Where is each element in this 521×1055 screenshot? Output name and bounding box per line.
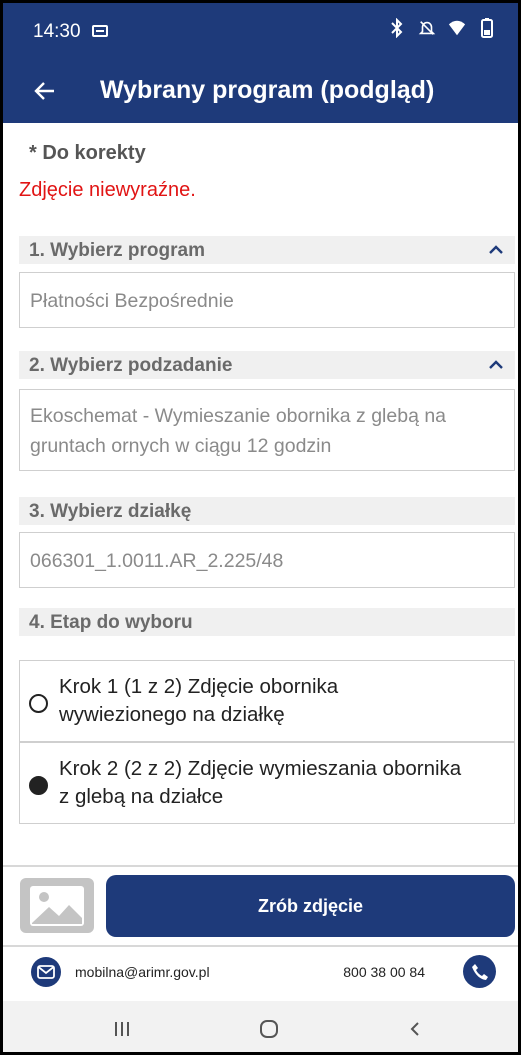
stage-option-2[interactable]: Krok 2 (2 z 2) Zdjęcie wymieszania oborn… <box>19 742 515 824</box>
program-value: Płatności Bezpośrednie <box>30 290 234 312</box>
mute-icon <box>418 17 436 39</box>
phone-icon[interactable] <box>463 955 496 988</box>
notification-icon <box>92 25 108 37</box>
radio-button-selected[interactable] <box>29 776 48 795</box>
plot-field[interactable]: 066301_1.0011.AR_2.225/48 <box>19 532 515 588</box>
section-header-subtask[interactable]: 2. Wybierz podzadanie <box>19 351 515 379</box>
back-arrow-icon <box>34 82 54 100</box>
section-header-program[interactable]: 1. Wybierz program <box>19 236 515 264</box>
stage-option-label: z glebą na działce <box>59 785 224 808</box>
battery-icon <box>478 17 496 39</box>
bluetooth-icon <box>388 17 406 39</box>
take-photo-button[interactable]: Zrób zdjęcie <box>106 875 515 937</box>
status-bar: 14:30 <box>3 3 518 57</box>
subtask-value-line2: gruntach ornych w ciągu 12 godzin <box>30 435 332 457</box>
gallery-button[interactable] <box>20 878 94 933</box>
stage-option-label: Krok 2 (2 z 2) Zdjęcie wymieszania oborn… <box>59 757 462 780</box>
wifi-icon <box>448 17 466 39</box>
email-link[interactable]: mobilna@arimr.gov.pl <box>75 964 210 980</box>
section-header-stage: 4. Etap do wyboru <box>19 608 515 636</box>
correction-message: Zdjęcie niewyraźne. <box>19 179 196 201</box>
subtask-value-line1: Ekoschemat - Wymieszanie obornika z gleb… <box>30 405 447 427</box>
mail-icon[interactable] <box>31 957 61 987</box>
back-button[interactable] <box>27 73 63 109</box>
system-nav-bar <box>3 1001 518 1052</box>
stage-option-1[interactable]: Krok 1 (1 z 2) Zdjęcie obornika wywiezio… <box>19 660 515 742</box>
app-bar: Wybrany program (podgląd) <box>3 57 518 123</box>
home-icon[interactable] <box>249 1015 289 1043</box>
status-icons <box>388 17 496 39</box>
section-title: 3. Wybierz działkę <box>29 501 192 522</box>
section-header-plot: 3. Wybierz działkę <box>19 497 515 525</box>
contact-footer: mobilna@arimr.gov.pl 800 38 00 84 <box>3 947 518 1001</box>
section-title: 2. Wybierz podzadanie <box>29 355 233 376</box>
chevron-up-icon[interactable] <box>487 357 505 371</box>
image-icon <box>30 885 84 926</box>
section-title: 1. Wybierz program <box>29 240 205 261</box>
section-title: 4. Etap do wyboru <box>29 612 193 633</box>
correction-label: * Do korekty <box>29 142 146 164</box>
status-time: 14:30 <box>33 21 81 42</box>
divider <box>3 865 518 867</box>
subtask-field[interactable]: Ekoschemat - Wymieszanie obornika z gleb… <box>19 389 515 471</box>
phone-screen: 14:30 Wybrany program (podgląd) * Do kor… <box>0 0 521 1055</box>
phone-link[interactable]: 800 38 00 84 <box>343 964 425 980</box>
plot-value: 066301_1.0011.AR_2.225/48 <box>30 550 284 572</box>
nav-back-icon[interactable] <box>395 1015 435 1043</box>
chevron-up-icon[interactable] <box>487 242 505 256</box>
program-field[interactable]: Płatności Bezpośrednie <box>19 272 515 328</box>
page-title: Wybrany program (podgląd) <box>100 76 435 104</box>
recents-icon[interactable] <box>102 1015 142 1043</box>
stage-option-label: Krok 1 (1 z 2) Zdjęcie obornika <box>59 675 339 698</box>
radio-button[interactable] <box>29 694 48 713</box>
stage-option-label: wywiezionego na działkę <box>59 703 285 726</box>
